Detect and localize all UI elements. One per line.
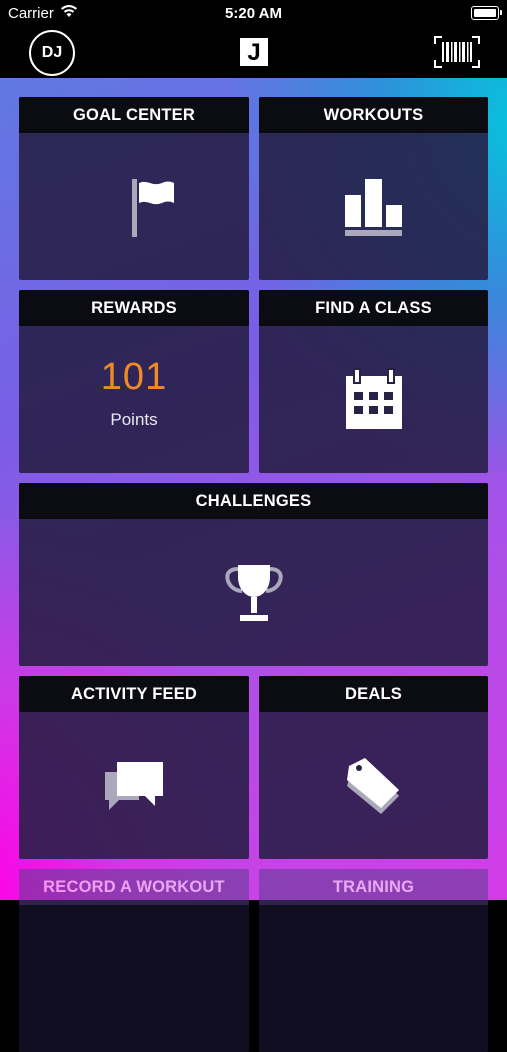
tile-record-a-workout[interactable]: RECORD A WORKOUT bbox=[19, 869, 249, 1052]
app-header: DJ J bbox=[0, 28, 507, 78]
price-tag-icon bbox=[347, 758, 399, 814]
tile-goal-center[interactable]: GOAL CENTER bbox=[19, 97, 249, 280]
chat-bubbles-icon bbox=[105, 762, 163, 810]
barcode-scan-icon[interactable] bbox=[434, 36, 480, 68]
tile-workouts[interactable]: WORKOUTS bbox=[259, 97, 488, 280]
tile-title: FIND A CLASS bbox=[259, 290, 488, 326]
flag-icon bbox=[132, 179, 174, 237]
trophy-icon bbox=[225, 565, 283, 621]
tile-challenges[interactable]: CHALLENGES bbox=[19, 483, 488, 666]
tile-training[interactable]: TRAINING bbox=[259, 869, 488, 1052]
bar-chart-icon bbox=[345, 179, 402, 236]
app-logo: J bbox=[240, 38, 268, 66]
tile-title: CHALLENGES bbox=[19, 483, 488, 519]
battery-icon bbox=[471, 6, 502, 20]
avatar[interactable]: DJ bbox=[29, 30, 75, 76]
tile-activity-feed[interactable]: ACTIVITY FEED bbox=[19, 676, 249, 859]
rewards-points-label: Points bbox=[110, 410, 158, 429]
tile-rewards[interactable]: REWARDS 101 Points bbox=[19, 290, 249, 473]
calendar-icon bbox=[346, 368, 402, 429]
tile-title: DEALS bbox=[259, 676, 488, 712]
tile-deals[interactable]: DEALS bbox=[259, 676, 488, 859]
tile-title: ACTIVITY FEED bbox=[19, 676, 249, 712]
tile-title: REWARDS bbox=[19, 290, 249, 326]
status-time: 5:20 AM bbox=[225, 5, 282, 22]
status-bar: Carrier 5:20 AM bbox=[0, 0, 507, 28]
tile-find-a-class[interactable]: FIND A CLASS bbox=[259, 290, 488, 473]
tile-title: GOAL CENTER bbox=[19, 97, 249, 133]
tile-title: WORKOUTS bbox=[259, 97, 488, 133]
rewards-points-value: 101 bbox=[100, 356, 168, 398]
